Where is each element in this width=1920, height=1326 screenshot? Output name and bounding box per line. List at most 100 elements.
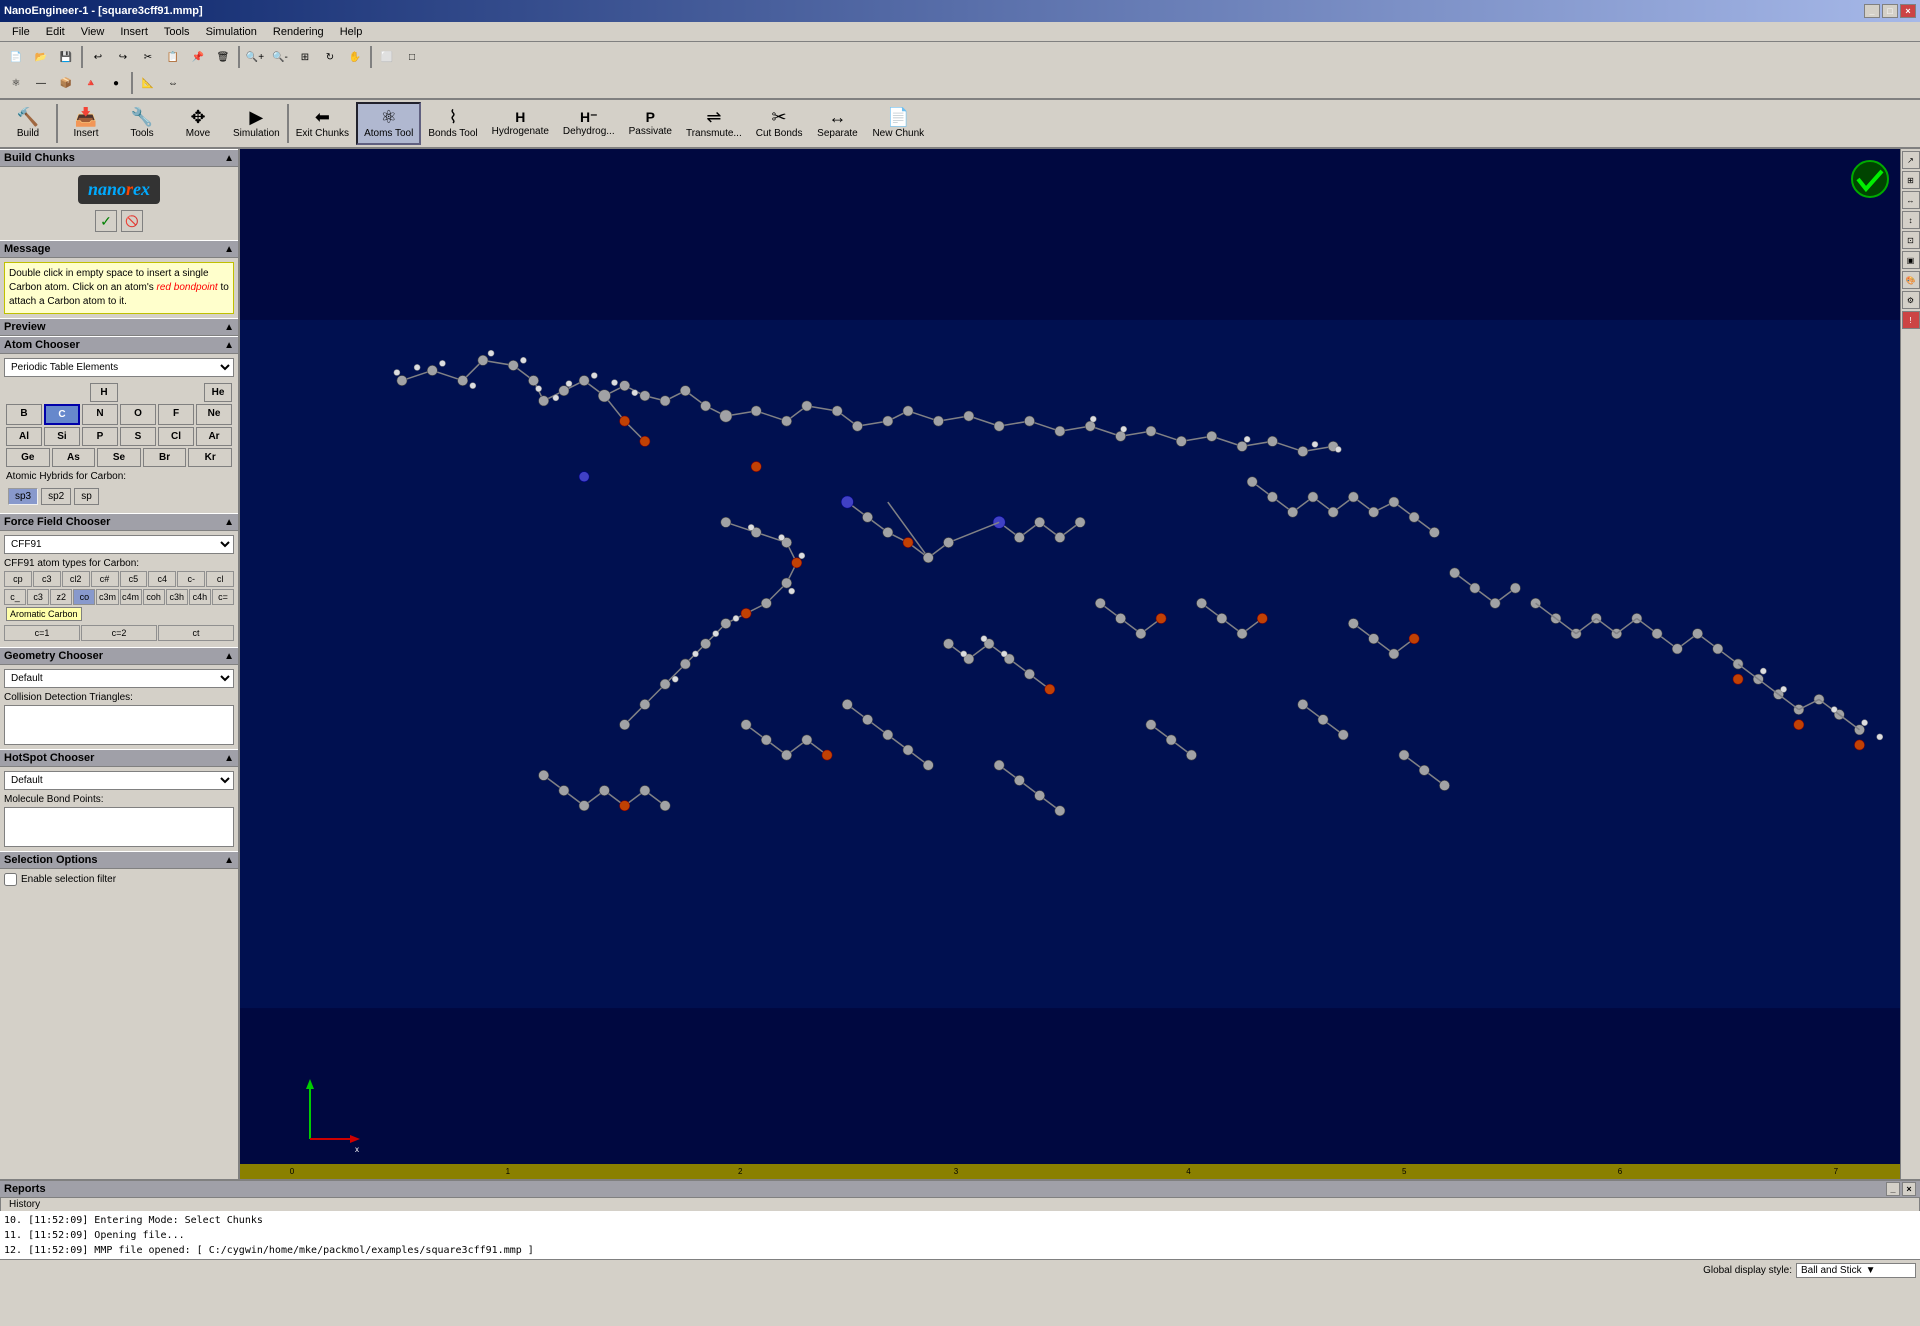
elem-P[interactable]: P: [82, 427, 118, 446]
passivate-tool[interactable]: P Passivate: [622, 102, 679, 145]
tb-zoom-in[interactable]: 🔍+: [243, 45, 267, 69]
message-collapse-btn[interactable]: ▲: [224, 244, 234, 255]
tb-undo[interactable]: ↩: [86, 45, 110, 69]
new-chunk-tool[interactable]: 📄 New Chunk: [865, 102, 931, 145]
rp-btn-4[interactable]: ↕: [1902, 211, 1920, 229]
tb-delete[interactable]: 🗑: [211, 45, 235, 69]
hotspot-collapse-btn[interactable]: ▲: [224, 753, 234, 764]
hybrid-sp3[interactable]: sp3: [8, 488, 38, 505]
ff-ceq2[interactable]: c=2: [81, 625, 157, 641]
tb-paste[interactable]: 📌: [186, 45, 210, 69]
elem-O[interactable]: O: [120, 404, 156, 425]
tb-pan[interactable]: ✋: [343, 45, 367, 69]
transmute-tool[interactable]: ⇌ Transmute...: [679, 102, 749, 145]
display-style-dropdown[interactable]: Ball and Stick ▼: [1796, 1263, 1916, 1278]
bonds-tool[interactable]: ⌇ Bonds Tool: [421, 102, 484, 145]
hybrid-sp[interactable]: sp: [74, 488, 99, 505]
ff-c3b[interactable]: c3: [27, 589, 49, 605]
atom-chooser-collapse-btn[interactable]: ▲: [224, 340, 234, 351]
elem-Al[interactable]: Al: [6, 427, 42, 446]
tb-chunk[interactable]: 📦: [54, 71, 78, 95]
tb-redo[interactable]: ↪: [111, 45, 135, 69]
cancel-button[interactable]: 🚫: [121, 210, 143, 232]
ff-c-hash[interactable]: c#: [91, 571, 119, 587]
separate-tool[interactable]: ↔ Separate: [809, 102, 865, 145]
tb-deselect[interactable]: □: [400, 45, 424, 69]
ff-co[interactable]: co: [73, 589, 95, 605]
tb-cpe[interactable]: ●: [104, 71, 128, 95]
ff-coh[interactable]: coh: [143, 589, 165, 605]
tb-measure[interactable]: 📐: [136, 71, 160, 95]
menu-view[interactable]: View: [73, 24, 113, 40]
tb-zoom-out[interactable]: 🔍-: [268, 45, 292, 69]
panel-collapse-btn[interactable]: ▲: [224, 153, 234, 164]
tb-save[interactable]: 💾: [54, 45, 78, 69]
tb-atom[interactable]: ⚛: [4, 71, 28, 95]
elem-H[interactable]: H: [90, 383, 118, 402]
hotspot-dropdown[interactable]: Default: [4, 771, 234, 790]
enable-filter-checkbox[interactable]: [4, 873, 17, 886]
elem-Cl[interactable]: Cl: [158, 427, 194, 446]
elem-F[interactable]: F: [158, 404, 194, 425]
exit-chunks-tool[interactable]: ⬅ Exit Chunks: [289, 102, 356, 145]
elem-He[interactable]: He: [204, 383, 232, 402]
menu-help[interactable]: Help: [332, 24, 371, 40]
maximize-button[interactable]: □: [1882, 4, 1898, 18]
dehydrog-tool[interactable]: H⁻ Dehydrog...: [556, 102, 622, 145]
menu-tools[interactable]: Tools: [156, 24, 198, 40]
viewport[interactable]: x 0 1 2 3 4 5 6 7: [240, 149, 1900, 1179]
ff-c-minus[interactable]: c-: [177, 571, 205, 587]
selection-collapse-btn[interactable]: ▲: [224, 855, 234, 866]
insert-tool[interactable]: 📥 Insert: [58, 102, 114, 145]
elem-Si[interactable]: Si: [44, 427, 80, 446]
close-button[interactable]: ×: [1900, 4, 1916, 18]
rp-btn-1[interactable]: ↗: [1902, 151, 1920, 169]
elem-Kr[interactable]: Kr: [188, 448, 232, 467]
rp-btn-5[interactable]: ⊡: [1902, 231, 1920, 249]
menu-insert[interactable]: Insert: [112, 24, 156, 40]
tb-new[interactable]: 📄: [4, 45, 28, 69]
menu-simulation[interactable]: Simulation: [198, 24, 265, 40]
cut-bonds-tool[interactable]: ✂ Cut Bonds: [749, 102, 810, 145]
ff-ceq[interactable]: c=: [212, 589, 234, 605]
menu-edit[interactable]: Edit: [38, 24, 73, 40]
simulation-tool[interactable]: ▶ Simulation: [226, 102, 287, 145]
ff-cl2[interactable]: cl2: [62, 571, 90, 587]
geometry-collapse-btn[interactable]: ▲: [224, 651, 234, 662]
menu-file[interactable]: File: [4, 24, 38, 40]
ff-cl[interactable]: cl: [206, 571, 234, 587]
move-tool[interactable]: ✥ Move: [170, 102, 226, 145]
tb-align[interactable]: ⇔: [161, 71, 185, 95]
rp-btn-2[interactable]: ⊞: [1902, 171, 1920, 189]
ff-c4[interactable]: c4: [148, 571, 176, 587]
elem-Ne[interactable]: Ne: [196, 404, 232, 425]
history-tab[interactable]: History: [0, 1197, 1920, 1211]
tb-rotate[interactable]: ↻: [318, 45, 342, 69]
ff-ct[interactable]: ct: [158, 625, 234, 641]
elem-N[interactable]: N: [82, 404, 118, 425]
rp-btn-3[interactable]: ↔: [1902, 191, 1920, 209]
ff-c4h[interactable]: c4h: [189, 589, 211, 605]
reports-close-btn[interactable]: ×: [1902, 1182, 1916, 1196]
elem-S[interactable]: S: [120, 427, 156, 446]
tb-copy[interactable]: 📋: [161, 45, 185, 69]
ok-button[interactable]: ✓: [95, 210, 117, 232]
rp-btn-red[interactable]: !: [1902, 311, 1920, 329]
ff-c3h[interactable]: c3h: [166, 589, 188, 605]
elem-Ge[interactable]: Ge: [6, 448, 50, 467]
elem-Ar[interactable]: Ar: [196, 427, 232, 446]
tb-wire[interactable]: 🔺: [79, 71, 103, 95]
ff-c4m[interactable]: c4m: [120, 589, 142, 605]
elem-Br[interactable]: Br: [143, 448, 187, 467]
ff-z2[interactable]: z2: [50, 589, 72, 605]
ff-ceq1[interactable]: c=1: [4, 625, 80, 641]
ff-dropdown[interactable]: CFF91: [4, 535, 234, 554]
ff-c_[interactable]: c_: [4, 589, 26, 605]
tools-tool[interactable]: 🔧 Tools: [114, 102, 170, 145]
ff-cp[interactable]: cp: [4, 571, 32, 587]
rp-btn-8[interactable]: ⚙: [1902, 291, 1920, 309]
elem-As[interactable]: As: [52, 448, 96, 467]
ff-collapse-btn[interactable]: ▲: [224, 517, 234, 528]
tb-select-all[interactable]: ⬜: [375, 45, 399, 69]
geometry-dropdown[interactable]: Default: [4, 669, 234, 688]
